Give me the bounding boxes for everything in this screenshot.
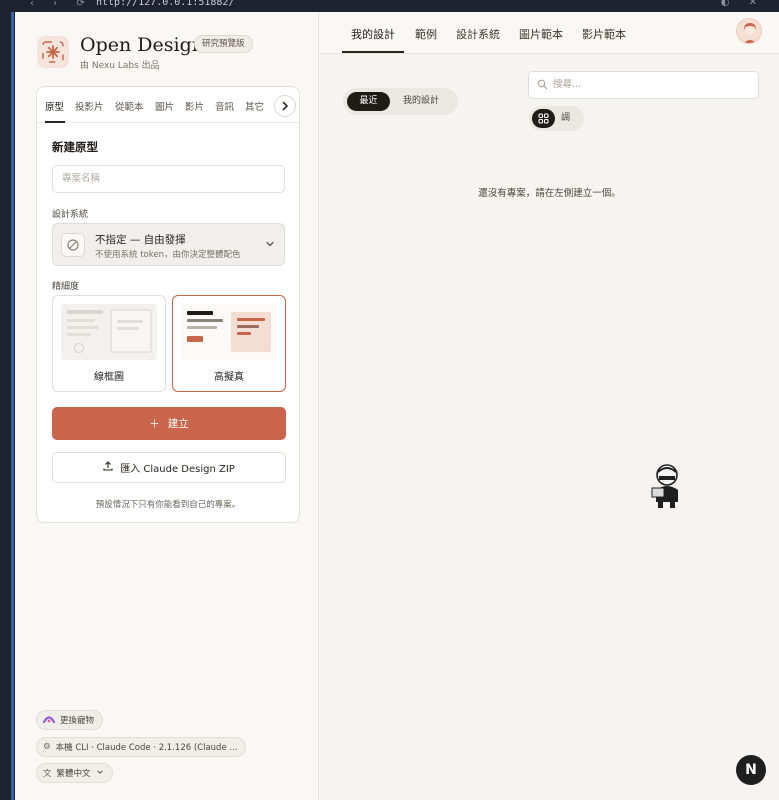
change-pet-button[interactable]: 更換寵物 xyxy=(36,710,104,730)
search-icon xyxy=(537,79,548,93)
avatar[interactable] xyxy=(736,18,762,44)
tab-from-template[interactable]: 從範本 xyxy=(115,99,144,113)
hifi-thumbnail xyxy=(181,304,277,360)
empty-state: 還沒有專案，請在左側建立一個。 xyxy=(478,188,621,199)
privacy-note: 預設情況下只有你能看到自己的專案。 xyxy=(95,500,241,510)
project-name-input[interactable]: 專案名稱 xyxy=(52,165,285,193)
browser-chrome: ‹ › ⟳ http://127.0.0.1:51882/ ◐ ✕ xyxy=(0,0,779,12)
no-entry-icon xyxy=(61,233,85,257)
import-zip-button[interactable]: 匯入 Claude Design ZIP xyxy=(52,452,286,483)
tab-image[interactable]: 圖片 xyxy=(155,99,174,113)
address-bar[interactable]: http://127.0.0.1:51882/ xyxy=(96,0,234,8)
tab-other[interactable]: 其它 xyxy=(245,99,264,113)
import-button-label: 匯入 Claude Design ZIP xyxy=(120,464,235,475)
fidelity-hifi-option[interactable]: 高擬真 xyxy=(172,295,286,392)
tab-audio[interactable]: 音訊 xyxy=(215,99,234,113)
wireframe-thumbnail xyxy=(61,304,157,360)
fidelity-option-label: 線框圖 xyxy=(94,372,124,383)
new-project-card: 原型 投影片 從範本 圖片 影片 音訊 其它 新建原型 專案名稱 設計系統 不指… xyxy=(36,86,300,523)
list-view-toggle[interactable]: 調 xyxy=(561,109,570,128)
mascot[interactable] xyxy=(648,462,684,510)
pet-icon xyxy=(42,713,56,728)
active-tab-indicator xyxy=(45,121,65,123)
dev-tools-button[interactable]: N xyxy=(736,755,766,785)
window-edge xyxy=(0,12,15,800)
brand-subtitle: 由 Nexu Labs 出品 xyxy=(80,61,160,71)
search-placeholder: 搜尋... xyxy=(553,79,582,90)
tab-examples[interactable]: 範例 xyxy=(415,26,437,42)
chevron-down-icon xyxy=(265,239,275,252)
preview-badge: 研究預覽版 xyxy=(194,35,253,53)
create-button-label: 建立 xyxy=(167,418,189,430)
chevron-down-icon xyxy=(96,768,104,779)
browser-right-icons[interactable]: ◐ ✕ xyxy=(721,0,765,8)
search-input[interactable]: 搜尋... xyxy=(528,71,759,99)
view-toggle: 調 xyxy=(529,106,584,131)
runtime-label: 本機 CLI · Claude Code · 2.1.126 (Claude .… xyxy=(55,743,238,753)
design-system-value: 不指定 — 自由發揮 xyxy=(95,234,186,246)
chevron-right-icon[interactable] xyxy=(274,95,296,117)
main-panel: 我的設計 範例 設計系統 圖片範本 影片範本 最近 我的設計 搜尋... 調 還… xyxy=(320,12,779,800)
sidebar: Open Design 研究預覽版 由 Nexu Labs 出品 原型 投影片 … xyxy=(15,12,319,800)
upload-icon xyxy=(103,461,113,474)
project-filter-toggle: 最近 我的設計 xyxy=(343,88,458,115)
fidelity-label: 精細度 xyxy=(52,282,80,292)
change-pet-label: 更換寵物 xyxy=(60,716,95,726)
design-system-hint: 不使用系統 token，由你決定整體配色 xyxy=(95,250,241,260)
language-label: 繁體中文 xyxy=(56,769,91,779)
grid-icon[interactable] xyxy=(532,109,555,128)
design-system-select[interactable]: 不指定 — 自由發揮 不使用系統 token，由你決定整體配色 xyxy=(52,223,285,266)
fidelity-option-label: 高擬真 xyxy=(214,372,244,383)
plus-icon: ＋ xyxy=(149,418,160,430)
runtime-selector[interactable]: ⚙ 本機 CLI · Claude Code · 2.1.126 (Claude… xyxy=(36,737,247,757)
section-title: 新建原型 xyxy=(52,140,98,154)
create-button[interactable]: ＋ 建立 xyxy=(52,407,286,440)
app-title: Open Design xyxy=(80,34,204,56)
design-system-label: 設計系統 xyxy=(52,210,89,220)
app: Open Design 研究預覽版 由 Nexu Labs 出品 原型 投影片 … xyxy=(15,12,779,800)
tab-design-systems[interactable]: 設計系統 xyxy=(456,26,500,42)
tab-my-designs[interactable]: 我的設計 xyxy=(351,26,395,42)
filter-mine[interactable]: 我的設計 xyxy=(403,92,439,111)
tab-video-templates[interactable]: 影片範本 xyxy=(582,26,626,42)
fidelity-wireframe-option[interactable]: 線框圖 xyxy=(52,295,166,392)
create-type-tabs: 原型 投影片 從範本 圖片 影片 音訊 其它 xyxy=(37,87,299,123)
translate-icon: 文 xyxy=(43,769,52,779)
language-selector[interactable]: 文 繁體中文 xyxy=(36,763,113,783)
top-nav: 我的設計 範例 設計系統 圖片範本 影片範本 xyxy=(320,12,779,54)
active-tab-indicator xyxy=(342,51,404,53)
gear-icon: ⚙ xyxy=(43,742,51,752)
tab-prototype[interactable]: 原型 xyxy=(45,99,64,113)
filter-recent[interactable]: 最近 xyxy=(347,92,390,111)
tab-video[interactable]: 影片 xyxy=(185,99,204,113)
tab-slides[interactable]: 投影片 xyxy=(75,99,104,113)
logo-asterisk-icon xyxy=(37,36,69,68)
browser-nav-icons[interactable]: ‹ › ⟳ xyxy=(30,0,93,9)
window-edge-stripe xyxy=(11,12,14,800)
tab-image-templates[interactable]: 圖片範本 xyxy=(519,26,563,42)
